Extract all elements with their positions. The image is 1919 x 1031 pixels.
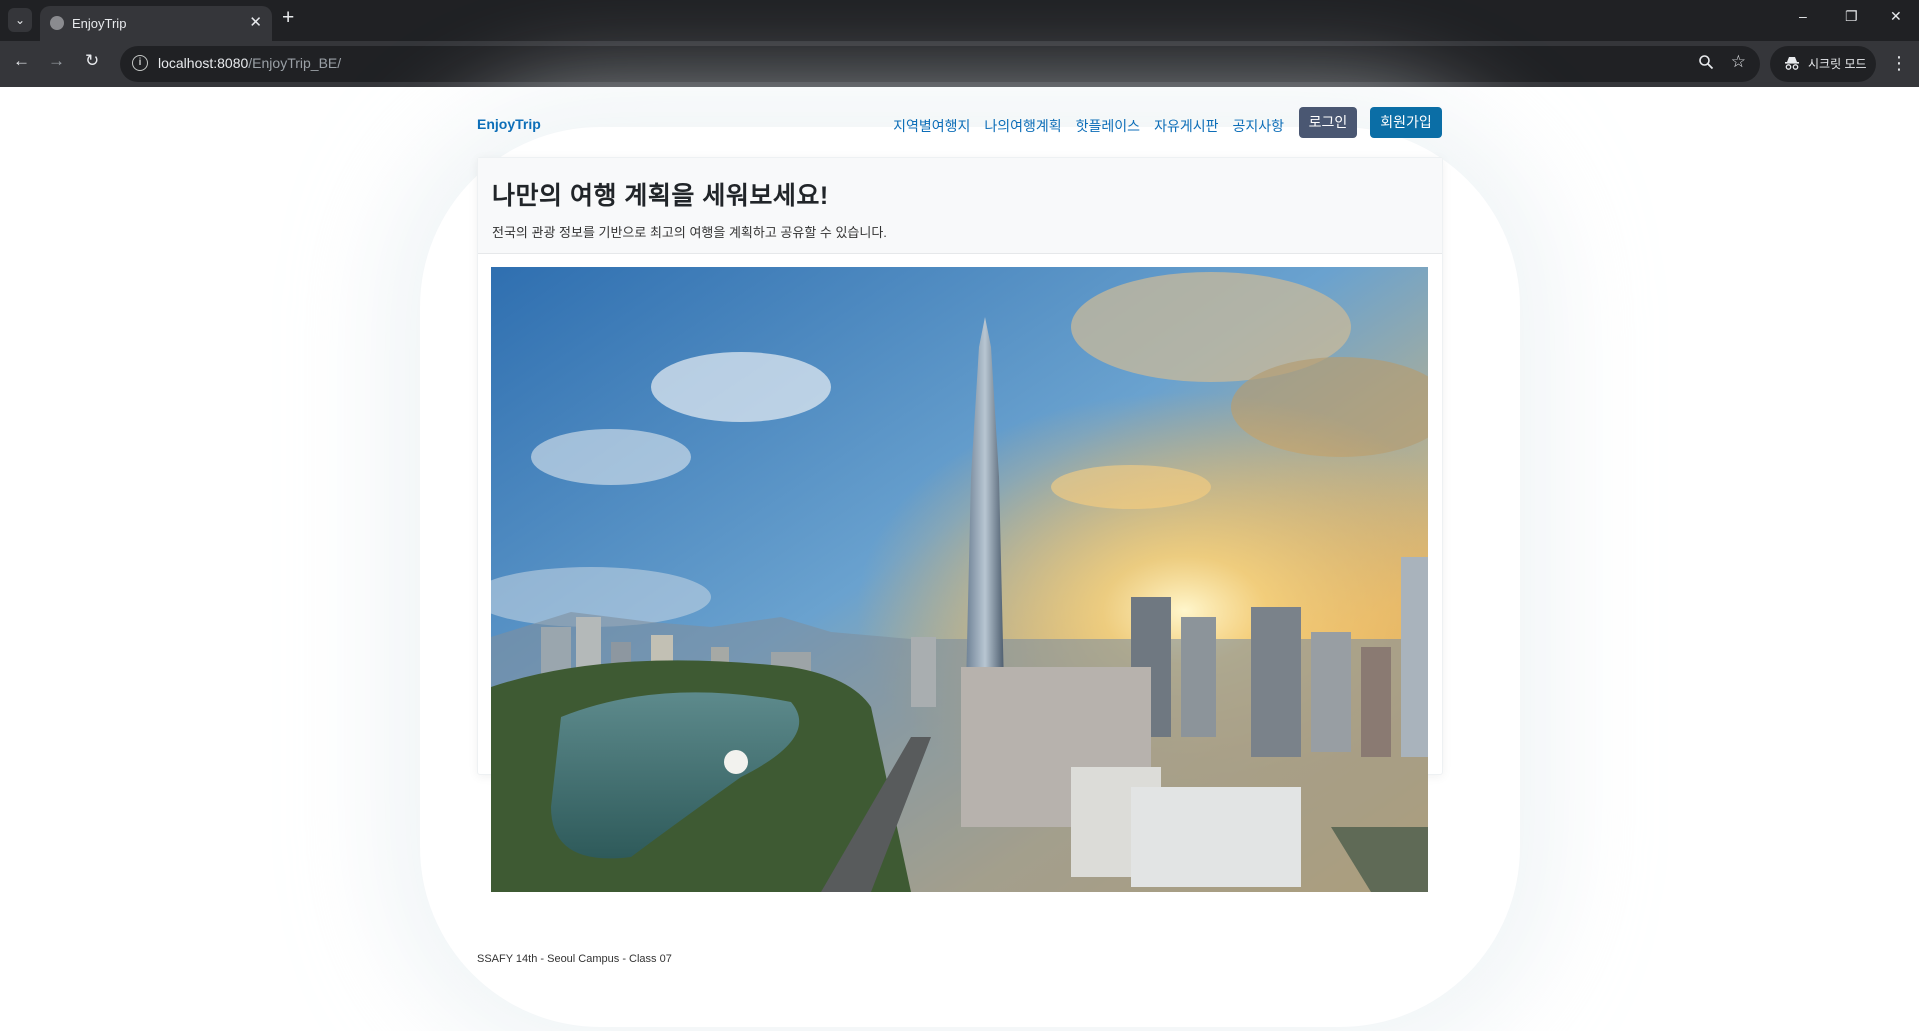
site-info-icon[interactable]: i xyxy=(132,55,148,71)
tab-close-button[interactable]: ✕ xyxy=(249,13,262,31)
hero-title: 나만의 여행 계획을 세워보세요! xyxy=(492,182,829,210)
incognito-badge[interactable]: 시크릿 모드 xyxy=(1770,46,1876,82)
favicon-icon xyxy=(50,16,64,30)
hero-image-seoul-skyline xyxy=(491,267,1428,892)
browser-tab[interactable]: EnjoyTrip ✕ xyxy=(40,6,272,41)
nav-link-hotplaces[interactable]: 핫플레이스 xyxy=(1076,116,1140,136)
tab-search-button[interactable]: ⌄ xyxy=(8,8,32,32)
nav-link-notices[interactable]: 공지사항 xyxy=(1232,116,1284,136)
site-navbar: EnjoyTrip 지역별여행지 나의여행계획 핫플레이스 자유게시판 공지사항… xyxy=(477,105,1443,138)
browser-toolbar: ← → ↻ i localhost:8080/EnjoyTrip_BE/ ☆ 시… xyxy=(0,41,1919,87)
nav-link-free-board[interactable]: 자유게시판 xyxy=(1154,116,1218,136)
login-button[interactable]: 로그인 xyxy=(1299,107,1357,138)
hero-subtitle: 전국의 관광 정보를 기반으로 최고의 여행을 계획하고 공유할 수 있습니다. xyxy=(492,225,887,240)
browser-tab-strip: ⌄ EnjoyTrip ✕ + – ❐ ✕ xyxy=(0,0,1919,41)
zoom-icon[interactable] xyxy=(1698,54,1714,74)
url-text[interactable]: localhost:8080/EnjoyTrip_BE/ xyxy=(158,55,341,71)
brand-logo[interactable]: EnjoyTrip xyxy=(477,116,541,132)
nav-link-regional-spots[interactable]: 지역별여행지 xyxy=(893,116,970,136)
forward-arrow-icon[interactable]: → xyxy=(48,51,65,71)
bookmark-star-icon[interactable]: ☆ xyxy=(1731,52,1746,72)
new-tab-button[interactable]: + xyxy=(282,6,294,30)
nav-link-my-plans[interactable]: 나의여행계획 xyxy=(984,116,1061,136)
minimize-button[interactable]: – xyxy=(1799,8,1807,24)
browser-menu-icon[interactable]: ⋮ xyxy=(1890,53,1908,74)
restore-button[interactable]: ❐ xyxy=(1845,8,1858,25)
tab-title: EnjoyTrip xyxy=(72,16,127,31)
web-page: EnjoyTrip 지역별여행지 나의여행계획 핫플레이스 자유게시판 공지사항… xyxy=(0,87,1919,1031)
close-window-button[interactable]: ✕ xyxy=(1890,8,1902,25)
incognito-label: 시크릿 모드 xyxy=(1808,57,1867,71)
hero-header: 나만의 여행 계획을 세워보세요! 전국의 관광 정보를 기반으로 최고의 여행… xyxy=(478,158,1442,254)
nav-links: 지역별여행지 나의여행계획 핫플레이스 자유게시판 공지사항 xyxy=(893,116,1284,136)
back-arrow-icon[interactable]: ← xyxy=(13,51,30,71)
signup-button[interactable]: 회원가입 xyxy=(1370,107,1442,138)
reload-icon[interactable]: ↻ xyxy=(85,51,99,71)
address-bar[interactable]: i localhost:8080/EnjoyTrip_BE/ ☆ xyxy=(120,46,1760,82)
page-footer: SSAFY 14th - Seoul Campus - Class 07 xyxy=(477,953,672,965)
